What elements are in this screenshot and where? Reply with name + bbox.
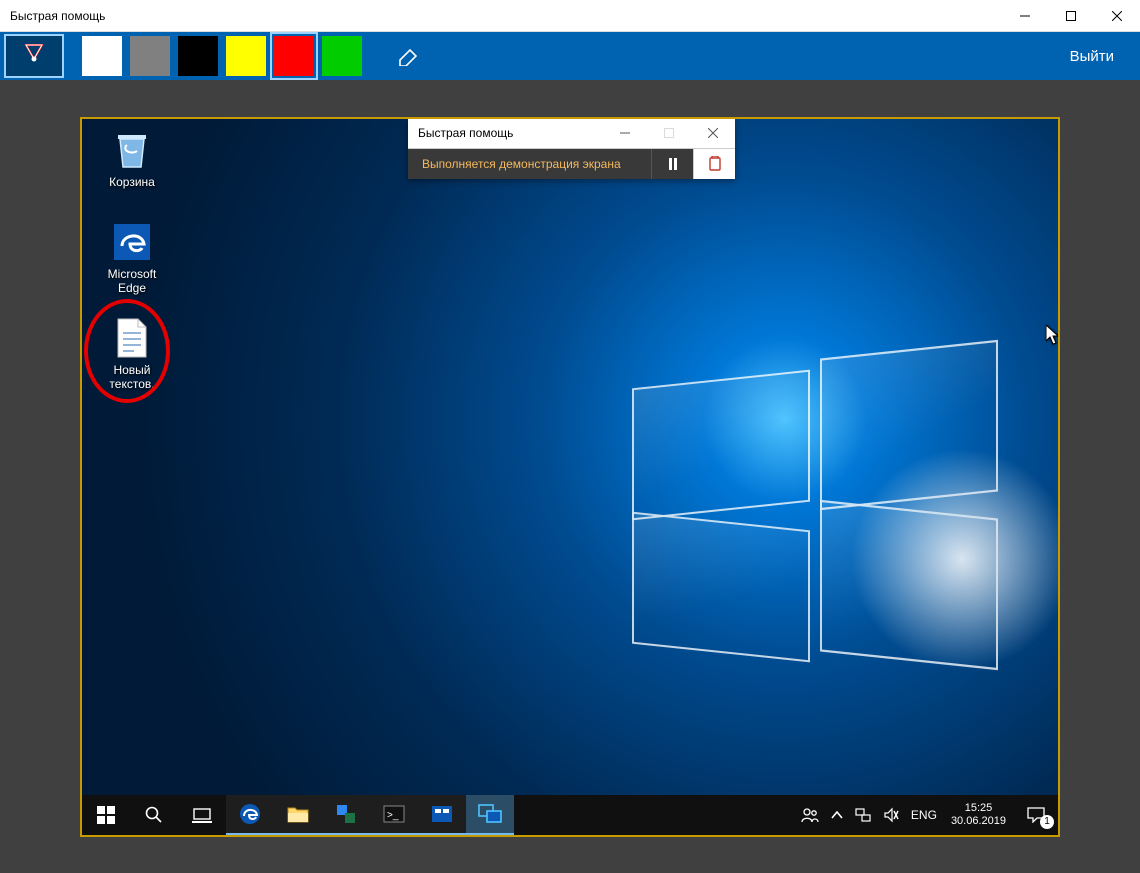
minimize-button[interactable] bbox=[1002, 0, 1048, 32]
remote-taskbar: >_ ENG bbox=[82, 795, 1058, 835]
window-title-bar: Быстрая помощь bbox=[0, 0, 1140, 32]
remote-desktop: Корзина Microsoft Edge bbox=[82, 119, 1058, 835]
remote-quickassist-titlebar: Быстрая помощь bbox=[408, 119, 735, 149]
tray-clock[interactable]: 15:25 30.06.2019 bbox=[943, 802, 1014, 828]
taskbar-edge[interactable] bbox=[226, 795, 274, 835]
remote-status-text: Выполняется демонстрация экрана bbox=[408, 157, 651, 171]
remote-maximize-button bbox=[647, 118, 691, 148]
remote-stop-button[interactable] bbox=[693, 149, 735, 179]
remote-minimize-button[interactable] bbox=[603, 118, 647, 148]
recycle-bin-icon bbox=[111, 129, 153, 171]
edge-icon bbox=[111, 221, 153, 263]
taskview-button[interactable] bbox=[178, 795, 226, 835]
color-yellow[interactable] bbox=[226, 36, 266, 76]
color-green[interactable] bbox=[322, 36, 362, 76]
eraser-tool[interactable] bbox=[378, 34, 438, 78]
system-tray: ENG 15:25 30.06.2019 1 bbox=[795, 795, 1058, 835]
remote-quickassist-title: Быстрая помощь bbox=[418, 126, 513, 140]
window-title: Быстрая помощь bbox=[0, 9, 105, 23]
start-button[interactable] bbox=[82, 795, 130, 835]
taskbar-quickassist[interactable] bbox=[466, 795, 514, 835]
notification-badge: 1 bbox=[1040, 815, 1054, 829]
tray-overflow-icon[interactable] bbox=[825, 795, 849, 835]
annotation-toolbar: Выйти bbox=[0, 32, 1140, 80]
remote-quickassist-window[interactable]: Быстрая помощь Выполняется демонстрация … bbox=[408, 119, 735, 179]
tray-network-icon[interactable] bbox=[849, 795, 877, 835]
color-white[interactable] bbox=[82, 36, 122, 76]
remote-pause-button[interactable] bbox=[651, 149, 693, 179]
red-circle-annotation bbox=[84, 299, 170, 403]
tray-notifications[interactable]: 1 bbox=[1014, 795, 1058, 835]
remote-quickassist-statusbar: Выполняется демонстрация экрана bbox=[408, 149, 735, 179]
color-black[interactable] bbox=[178, 36, 218, 76]
pen-tool[interactable] bbox=[4, 34, 64, 78]
search-button[interactable] bbox=[130, 795, 178, 835]
color-red[interactable] bbox=[274, 36, 314, 76]
tray-date: 30.06.2019 bbox=[951, 815, 1006, 828]
taskbar-explorer[interactable] bbox=[274, 795, 322, 835]
desktop-icon-recycle-bin[interactable]: Корзина bbox=[94, 129, 170, 189]
window-controls bbox=[1002, 0, 1140, 32]
taskbar-cmd[interactable]: >_ bbox=[370, 795, 418, 835]
remote-close-button[interactable] bbox=[691, 118, 735, 148]
cursor-icon bbox=[1046, 325, 1060, 345]
tray-time: 15:25 bbox=[965, 802, 993, 815]
svg-text:>_: >_ bbox=[387, 810, 399, 821]
desktop-icon-edge[interactable]: Microsoft Edge bbox=[94, 221, 170, 295]
taskbar-app-1[interactable] bbox=[322, 795, 370, 835]
tray-volume-icon[interactable] bbox=[877, 795, 905, 835]
close-button[interactable] bbox=[1094, 0, 1140, 32]
exit-button[interactable]: Выйти bbox=[1048, 32, 1136, 80]
desktop-icon-label: Microsoft Edge bbox=[108, 267, 157, 295]
maximize-button[interactable] bbox=[1048, 0, 1094, 32]
tray-people-icon[interactable] bbox=[795, 795, 825, 835]
color-gray[interactable] bbox=[130, 36, 170, 76]
frame-area: Корзина Microsoft Edge bbox=[0, 80, 1140, 873]
desktop-icon-label: Корзина bbox=[109, 175, 155, 189]
tray-language[interactable]: ENG bbox=[905, 795, 943, 835]
remote-screen[interactable]: Корзина Microsoft Edge bbox=[80, 117, 1060, 837]
taskbar-app-2[interactable] bbox=[418, 795, 466, 835]
